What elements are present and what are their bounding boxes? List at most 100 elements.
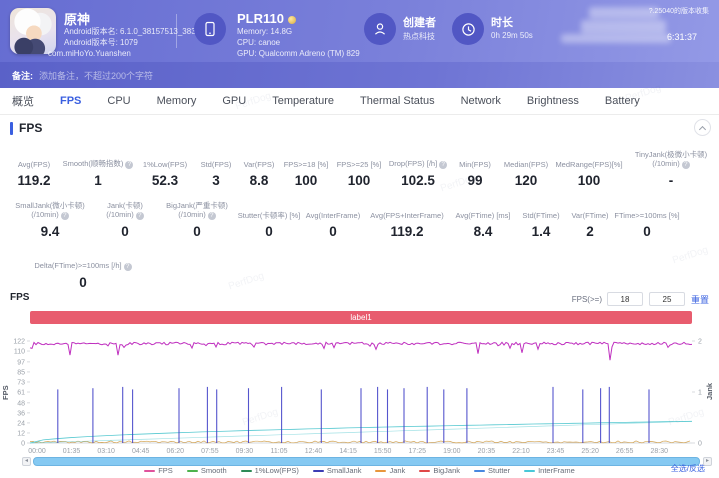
svg-text:97: 97: [17, 359, 25, 366]
legend-item-stutter[interactable]: Stutter: [474, 466, 510, 475]
metric-label: Std(FPS): [200, 160, 232, 169]
metric-value: 0: [643, 224, 651, 239]
metric-label: Min(FPS): [459, 160, 491, 169]
svg-text:110: 110: [14, 348, 25, 355]
tab-network[interactable]: Network: [461, 95, 501, 107]
metric-cell: Avg(FPS) 119.2: [8, 150, 60, 188]
phone-icon: [205, 21, 215, 37]
svg-text:73: 73: [17, 379, 25, 386]
person-icon: [374, 23, 386, 35]
redacted-user-info: ?.25040的版本收集 6:31:37: [561, 4, 711, 44]
metrics-row-3: Delta(FTime)>=100ms [/h]? 0: [8, 253, 158, 290]
svg-text:15:50: 15:50: [374, 448, 392, 455]
scrollbar-left-arrow[interactable]: ◂: [22, 457, 31, 466]
legend-item-smalljank[interactable]: SmallJank: [312, 466, 361, 475]
info-icon[interactable]: ?: [60, 212, 69, 220]
metric-cell: Std(FTime) 1.4: [516, 201, 566, 239]
metric-cell: Stutter(卡顿率) [%] 0: [236, 201, 302, 239]
threshold-input-1[interactable]: [606, 292, 643, 306]
metric-value: 100: [577, 173, 601, 188]
legend-color-dash: [524, 469, 536, 472]
tab-概览[interactable]: 概览: [12, 93, 34, 109]
device-cpu: CPU: canoe: [237, 38, 281, 47]
tab-brightness[interactable]: Brightness: [527, 95, 579, 107]
metric-value: 2: [586, 224, 594, 239]
metric-value: 100: [294, 173, 318, 188]
scrollbar-track[interactable]: [33, 457, 700, 466]
metric-label: BigJank(严重卡顿) (/10min)?: [166, 201, 228, 220]
svg-text:48: 48: [17, 400, 25, 407]
redacted-note: ?.25040的版本收集: [648, 8, 709, 15]
collapse-button[interactable]: [694, 119, 711, 136]
fps-chart[interactable]: 01224364861738597110122012FPS Jank00:00 01…: [0, 325, 719, 457]
legend-item-bigjank[interactable]: BigJank: [419, 466, 460, 475]
svg-text:1: 1: [698, 389, 702, 396]
info-icon[interactable]: ?: [135, 212, 144, 220]
svg-text:06:20: 06:20: [167, 448, 185, 455]
select-all-link[interactable]: 全选/反选: [671, 463, 705, 474]
svg-text:122: 122: [13, 338, 25, 345]
fps-section-header: FPS: [0, 115, 719, 145]
legend-item-1-low-fps-[interactable]: 1%Low(FPS): [240, 466, 299, 475]
info-icon[interactable]: ?: [125, 161, 134, 169]
threshold-input-2[interactable]: [648, 292, 685, 306]
legend-item-fps[interactable]: FPS: [144, 466, 173, 475]
tab-memory[interactable]: Memory: [157, 95, 197, 107]
metric-label: MedRange(FPS)[%]: [555, 160, 623, 169]
tab-cpu[interactable]: CPU: [107, 95, 130, 107]
metric-label: Avg(FPS+InterFrame): [370, 211, 444, 220]
svg-text:04:45: 04:45: [132, 448, 150, 455]
metric-value: 8.4: [473, 224, 493, 239]
metric-cell: FPS>=25 [%] 100: [332, 150, 386, 188]
svg-text:12: 12: [17, 430, 25, 437]
metric-cell: Var(FPS) 8.8: [238, 150, 280, 188]
svg-text:0: 0: [21, 440, 25, 447]
metric-value: -: [668, 173, 674, 188]
watermark: PerfDog: [671, 244, 710, 267]
info-icon[interactable]: ?: [439, 161, 448, 169]
legend-label: 1%Low(FPS): [254, 466, 299, 475]
threshold-label: FPS(>=): [571, 294, 602, 304]
svg-text:25:20: 25:20: [581, 448, 599, 455]
tab-temperature[interactable]: Temperature: [272, 95, 334, 107]
legend-label: Stutter: [488, 466, 511, 475]
tab-fps[interactable]: FPS: [60, 95, 81, 107]
header-divider: [176, 14, 177, 48]
svg-text:26:55: 26:55: [616, 448, 634, 455]
svg-text:23:45: 23:45: [547, 448, 565, 455]
legend-label: InterFrame: [538, 466, 575, 475]
metric-label: Median(FPS): [503, 160, 549, 169]
metric-value: 99: [467, 173, 483, 188]
svg-text:17:25: 17:25: [409, 448, 427, 455]
legend-item-jank[interactable]: Jank: [375, 466, 405, 475]
reset-link[interactable]: 重置: [691, 293, 709, 306]
creator-value: 热点科技: [403, 32, 435, 41]
info-icon[interactable]: ?: [207, 212, 216, 220]
header: 原神 Android版本名: 6.1.0_38157513_383... And…: [0, 0, 719, 62]
metric-cell: Smooth(顺畅指数)? 1: [60, 150, 136, 188]
tab-battery[interactable]: Battery: [605, 95, 640, 107]
chart-scrollbar: ◂ ▸: [22, 457, 712, 466]
legend-color-dash: [186, 469, 198, 472]
metric-value: 119.2: [17, 173, 51, 188]
device-icon-circle: [194, 13, 226, 45]
svg-text:61: 61: [17, 389, 25, 396]
metric-cell: Delta(FTime)>=100ms [/h]? 0: [8, 253, 158, 290]
legend-item-smooth[interactable]: Smooth: [186, 466, 227, 475]
svg-text:FPS: FPS: [1, 385, 10, 400]
metric-label: TinyJank(极微小卡顿) (/10min)?: [634, 150, 708, 169]
tab-thermal-status[interactable]: Thermal Status: [360, 95, 435, 107]
svg-text:2: 2: [698, 338, 702, 345]
svg-text:12:40: 12:40: [305, 448, 323, 455]
metric-label: Smooth(顺畅指数)?: [63, 151, 134, 169]
info-icon[interactable]: ?: [681, 161, 690, 169]
legend-item-interframe[interactable]: InterFrame: [524, 466, 575, 475]
legend-label: FPS: [158, 466, 173, 475]
fps-threshold-controls: FPS(>=) 重置: [572, 292, 709, 306]
metric-value: 0: [329, 224, 337, 239]
remark-bar[interactable]: 备注: 添加备注，不超过200个字符: [0, 62, 719, 88]
tab-gpu[interactable]: GPU: [222, 95, 246, 107]
metric-value: 100: [347, 173, 371, 188]
info-icon[interactable]: ?: [123, 263, 132, 271]
device-gpu: GPU: Qualcomm Adreno (TM) 829: [237, 49, 360, 58]
